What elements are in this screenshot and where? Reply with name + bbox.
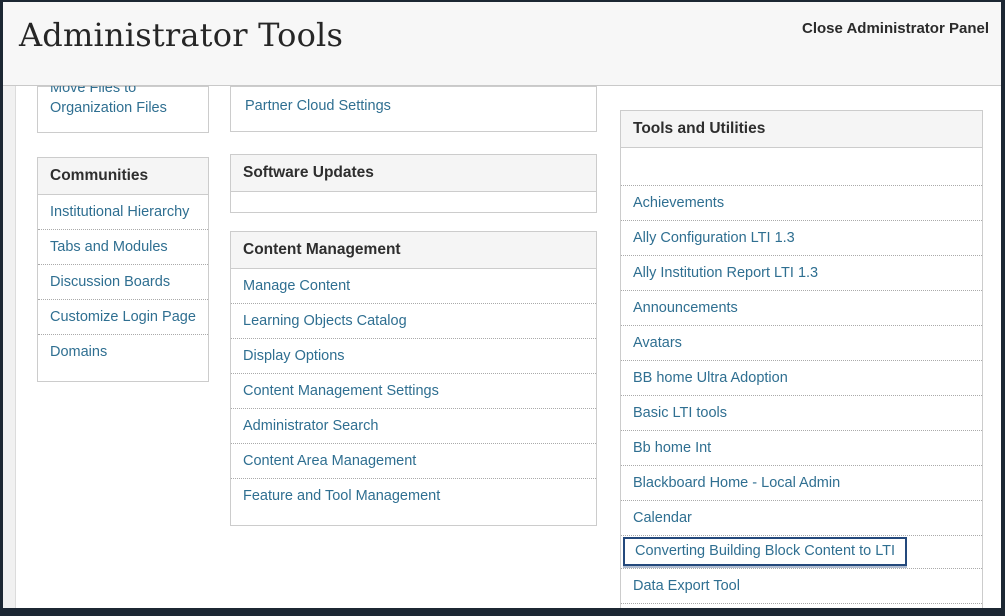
list-item: Ally Institution Report LTI 1.3 [621, 256, 982, 291]
link-content-area-management[interactable]: Content Area Management [243, 453, 416, 469]
list-item: Ally Configuration LTI 1.3 [621, 221, 982, 256]
communities-list: Institutional Hierarchy Tabs and Modules D… [38, 195, 208, 381]
empty-list-slot [621, 148, 982, 186]
link-basic-lti-tools[interactable]: Basic LTI tools [633, 405, 727, 421]
link-content-management-settings[interactable]: Content Management Settings [243, 383, 439, 399]
list-item: Announcements [621, 291, 982, 326]
module-communities: Communities Institutional Hierarchy Tabs … [37, 157, 209, 382]
close-administrator-panel-link[interactable]: Close Administrator Panel [802, 20, 989, 37]
module-partial-top-left: Move Files to Organization Files [37, 86, 209, 133]
list-item: Email [621, 604, 982, 608]
left-column: Move Files to Organization Files Communi… [37, 86, 209, 382]
list-item: Avatars [621, 326, 982, 361]
right-column: Tools and Utilities Achievements Ally Con… [620, 110, 983, 608]
list-item: Bb home Int [621, 431, 982, 466]
link-bb-home-ultra-adoption[interactable]: BB home Ultra Adoption [633, 370, 788, 386]
link-ally-configuration-lti-1-3[interactable]: Ally Configuration LTI 1.3 [633, 230, 795, 246]
module-software-updates: Software Updates [230, 154, 597, 213]
list-item: Content Area Management [231, 444, 596, 479]
link-discussion-boards[interactable]: Discussion Boards [50, 274, 170, 290]
list-item: Achievements [621, 186, 982, 221]
list-item: Blackboard Home - Local Admin [621, 466, 982, 501]
link-administrator-search[interactable]: Administrator Search [243, 418, 378, 434]
partial-box-body: Partner Cloud Settings [231, 86, 596, 131]
list-item: Customize Login Page [38, 300, 208, 335]
list-item: Learning Objects Catalog [231, 304, 596, 339]
software-updates-empty-body [231, 192, 596, 212]
link-move-files-to-organization-files[interactable]: Move Files to Organization Files [50, 86, 196, 118]
link-tabs-and-modules[interactable]: Tabs and Modules [50, 239, 168, 255]
list-item: Administrator Search [231, 409, 596, 444]
link-avatars[interactable]: Avatars [633, 335, 682, 351]
link-institutional-hierarchy[interactable]: Institutional Hierarchy [50, 204, 189, 220]
module-tools-and-utilities: Tools and Utilities Achievements Ally Con… [620, 110, 983, 608]
module-partial-top-middle: Partner Cloud Settings [230, 86, 597, 132]
link-converting-building-block-content-to-lti[interactable]: Converting Building Block Content to LTI [623, 537, 907, 566]
communities-header: Communities [38, 158, 208, 195]
middle-column: Partner Cloud Settings Software Updates … [230, 86, 597, 526]
module-content-management: Content Management Manage Content Learnin… [230, 231, 597, 526]
list-item: Discussion Boards [38, 265, 208, 300]
link-ally-institution-report-lti-1-3[interactable]: Ally Institution Report LTI 1.3 [633, 265, 818, 281]
content-management-header: Content Management [231, 232, 596, 269]
page-title: Administrator Tools [19, 16, 343, 54]
list-item: Calendar [621, 501, 982, 536]
list-item: Display Options [231, 339, 596, 374]
link-manage-content[interactable]: Manage Content [243, 278, 350, 294]
link-calendar[interactable]: Calendar [633, 510, 692, 526]
list-item: Tabs and Modules [38, 230, 208, 265]
list-item: BB home Ultra Adoption [621, 361, 982, 396]
list-item: Institutional Hierarchy [38, 195, 208, 230]
link-display-options[interactable]: Display Options [243, 348, 345, 364]
panel-header: Administrator Tools Close Administrator … [3, 2, 1001, 86]
software-updates-header: Software Updates [231, 155, 596, 192]
administrator-panel: Administrator Tools Close Administrator … [0, 0, 1005, 616]
link-data-export-tool[interactable]: Data Export Tool [633, 578, 740, 594]
list-item: Basic LTI tools [621, 396, 982, 431]
tools-and-utilities-header: Tools and Utilities [621, 111, 982, 148]
list-item: Data Export Tool [621, 569, 982, 604]
list-item: Feature and Tool Management [231, 479, 596, 513]
partial-box-body: Move Files to Organization Files [38, 86, 208, 132]
link-domains[interactable]: Domains [50, 344, 107, 360]
list-item-highlighted: Converting Building Block Content to LTI [621, 536, 982, 569]
link-learning-objects-catalog[interactable]: Learning Objects Catalog [243, 313, 407, 329]
link-announcements[interactable]: Announcements [633, 300, 738, 316]
link-achievements[interactable]: Achievements [633, 195, 724, 211]
link-customize-login-page[interactable]: Customize Login Page [50, 309, 196, 325]
link-blackboard-home-local-admin[interactable]: Blackboard Home - Local Admin [633, 475, 840, 491]
list-item: Domains [38, 335, 208, 369]
panel-content: Move Files to Organization Files Communi… [3, 86, 1001, 608]
list-item: Content Management Settings [231, 374, 596, 409]
link-bb-home-int[interactable]: Bb home Int [633, 440, 711, 456]
left-rail [3, 86, 16, 608]
link-feature-and-tool-management[interactable]: Feature and Tool Management [243, 488, 440, 504]
link-partner-cloud-settings[interactable]: Partner Cloud Settings [245, 98, 391, 114]
content-management-list: Manage Content Learning Objects Catalog Di… [231, 269, 596, 525]
tools-and-utilities-list: Achievements Ally Configuration LTI 1.3 Al… [621, 148, 982, 608]
list-item: Manage Content [231, 269, 596, 304]
